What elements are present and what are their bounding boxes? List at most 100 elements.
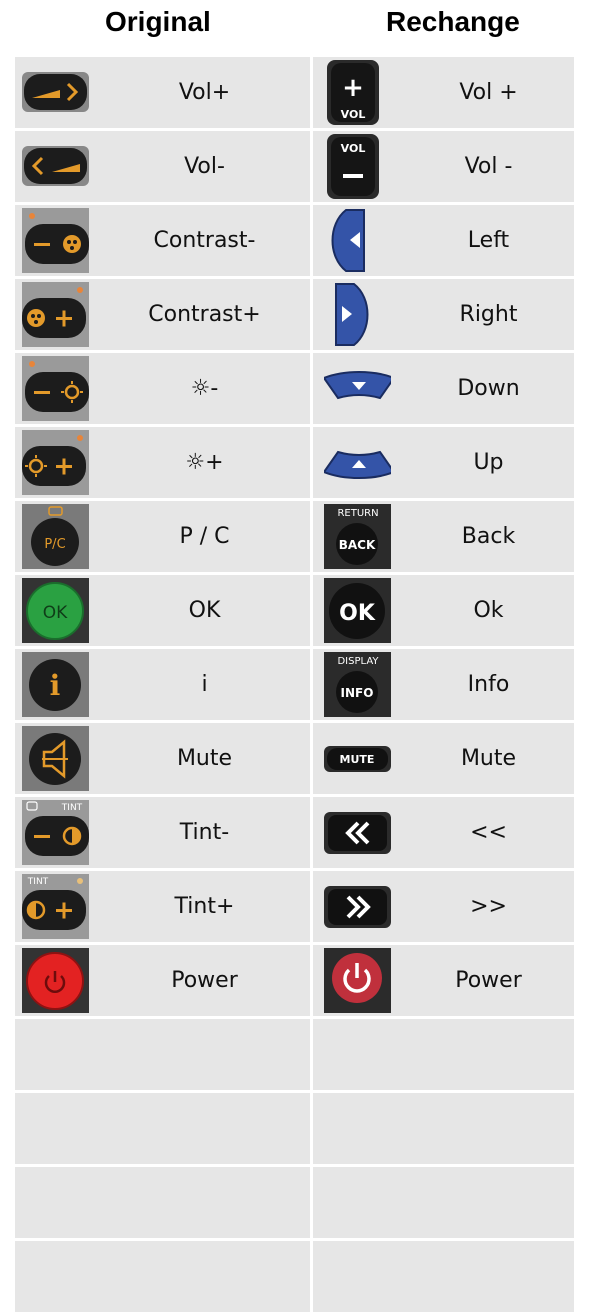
rechange-label <box>403 1093 574 1164</box>
table-row: TINT Tint- << <box>15 797 574 868</box>
left-arrow-icon <box>324 208 391 273</box>
rechange-cell: Up <box>313 427 574 498</box>
contrast-plus-icon <box>22 282 89 347</box>
svg-text:P/C: P/C <box>44 537 65 552</box>
original-label: Vol- <box>184 154 225 179</box>
pc-button-icon: P/C <box>22 504 89 569</box>
rechange-label: Vol + <box>459 80 518 105</box>
rechange-label: >> <box>470 894 507 919</box>
fast-forward-icon <box>324 874 391 939</box>
rechange-cell <box>313 1019 574 1090</box>
rechange-cell: Down <box>313 353 574 424</box>
table-header: Original Rechange <box>0 0 589 52</box>
table-row <box>15 1241 574 1312</box>
original-column-header: Original <box>105 6 211 37</box>
ok-black-button-icon: OK <box>324 578 391 643</box>
svg-text:VOL: VOL <box>341 108 366 121</box>
rechange-label: Down <box>457 376 520 401</box>
original-label: Contrast+ <box>148 302 261 327</box>
rechange-label: Ok <box>473 598 504 623</box>
rechange-cell: Power <box>313 945 574 1016</box>
mapping-table: Vol+ + VOL Vol + Vol- VOL Vol - Contrast… <box>15 57 574 1315</box>
table-row: TINT Tint+ >> <box>15 871 574 942</box>
rechange-cell: Left <box>313 205 574 276</box>
rechange-cell: + VOL Vol + <box>313 57 574 128</box>
original-cell: TINT Tint- <box>15 797 310 868</box>
rechange-label: Right <box>459 302 518 327</box>
svg-text:RETURN: RETURN <box>337 508 378 519</box>
table-row: ☼- Down <box>15 353 574 424</box>
rechange-cell: VOL Vol - <box>313 131 574 202</box>
original-label: ☼+ <box>185 450 224 475</box>
rechange-cell: >> <box>313 871 574 942</box>
svg-text:DISPLAY: DISPLAY <box>337 656 379 667</box>
svg-text:VOL: VOL <box>341 142 366 155</box>
original-label: Mute <box>176 746 233 771</box>
rechange-label: Left <box>467 228 510 253</box>
original-cell: ☼- <box>15 353 310 424</box>
power-button-icon <box>324 948 391 1013</box>
up-arrow-icon <box>324 430 391 495</box>
down-arrow-icon <box>324 356 391 421</box>
info-button-icon: DISPLAY INFO <box>324 652 391 717</box>
original-label: ☼- <box>190 376 219 401</box>
original-label <box>99 1093 310 1164</box>
vol-minus-icon: VOL <box>324 134 391 199</box>
table-row: OK OK OK Ok <box>15 575 574 646</box>
rechange-cell <box>313 1241 574 1312</box>
tint-plus-icon: TINT <box>22 874 89 939</box>
svg-text:BACK: BACK <box>339 538 376 552</box>
original-cell <box>15 1093 310 1164</box>
rechange-label <box>403 1019 574 1090</box>
rechange-label: Vol - <box>464 154 513 179</box>
original-cell: Mute <box>15 723 310 794</box>
power-red-icon <box>22 948 89 1013</box>
table-row: Vol- VOL Vol - <box>15 131 574 202</box>
brightness-plus-icon <box>22 430 89 495</box>
mute-speaker-icon <box>22 726 89 791</box>
original-label <box>99 1241 310 1312</box>
original-cell: P/C P / C <box>15 501 310 572</box>
table-row <box>15 1167 574 1238</box>
original-label: Tint+ <box>174 894 235 919</box>
original-cell: i i <box>15 649 310 720</box>
table-row: i i DISPLAY INFO Info <box>15 649 574 720</box>
brightness-minus-icon <box>22 356 89 421</box>
rechange-label <box>403 1241 574 1312</box>
original-label <box>99 1167 310 1238</box>
vol-plus-icon: + VOL <box>324 60 391 125</box>
svg-text:MUTE: MUTE <box>340 753 375 766</box>
svg-text:+: + <box>342 73 364 103</box>
svg-text:OK: OK <box>339 601 376 626</box>
vol-down-icon <box>22 134 89 199</box>
original-cell <box>15 1019 310 1090</box>
rechange-cell: << <box>313 797 574 868</box>
rechange-cell: OK Ok <box>313 575 574 646</box>
tint-minus-icon: TINT <box>22 800 89 865</box>
svg-text:TINT: TINT <box>27 877 49 887</box>
rechange-label: Up <box>473 450 504 475</box>
original-label: Vol+ <box>178 80 231 105</box>
contrast-minus-icon <box>22 208 89 273</box>
original-label: Power <box>171 968 238 993</box>
rechange-label: Back <box>461 524 516 549</box>
rechange-cell: RETURN BACK Back <box>313 501 574 572</box>
original-label: OK <box>188 598 221 623</box>
back-button-icon: RETURN BACK <box>324 504 391 569</box>
svg-text:OK: OK <box>43 603 68 623</box>
table-row: Vol+ + VOL Vol + <box>15 57 574 128</box>
rechange-cell: MUTE Mute <box>313 723 574 794</box>
original-label: Contrast- <box>153 228 256 253</box>
svg-text:INFO: INFO <box>341 686 374 700</box>
table-row: P/C P / C RETURN BACK Back <box>15 501 574 572</box>
table-row <box>15 1019 574 1090</box>
table-row: Contrast+ Right <box>15 279 574 350</box>
original-cell <box>15 1241 310 1312</box>
original-cell: Vol+ <box>15 57 310 128</box>
original-label: Tint- <box>179 820 230 845</box>
original-cell: Contrast+ <box>15 279 310 350</box>
rechange-label: Mute <box>460 746 517 771</box>
rechange-label: Power <box>455 968 522 993</box>
vol-up-icon <box>22 60 89 125</box>
table-row: ☼+ Up <box>15 427 574 498</box>
